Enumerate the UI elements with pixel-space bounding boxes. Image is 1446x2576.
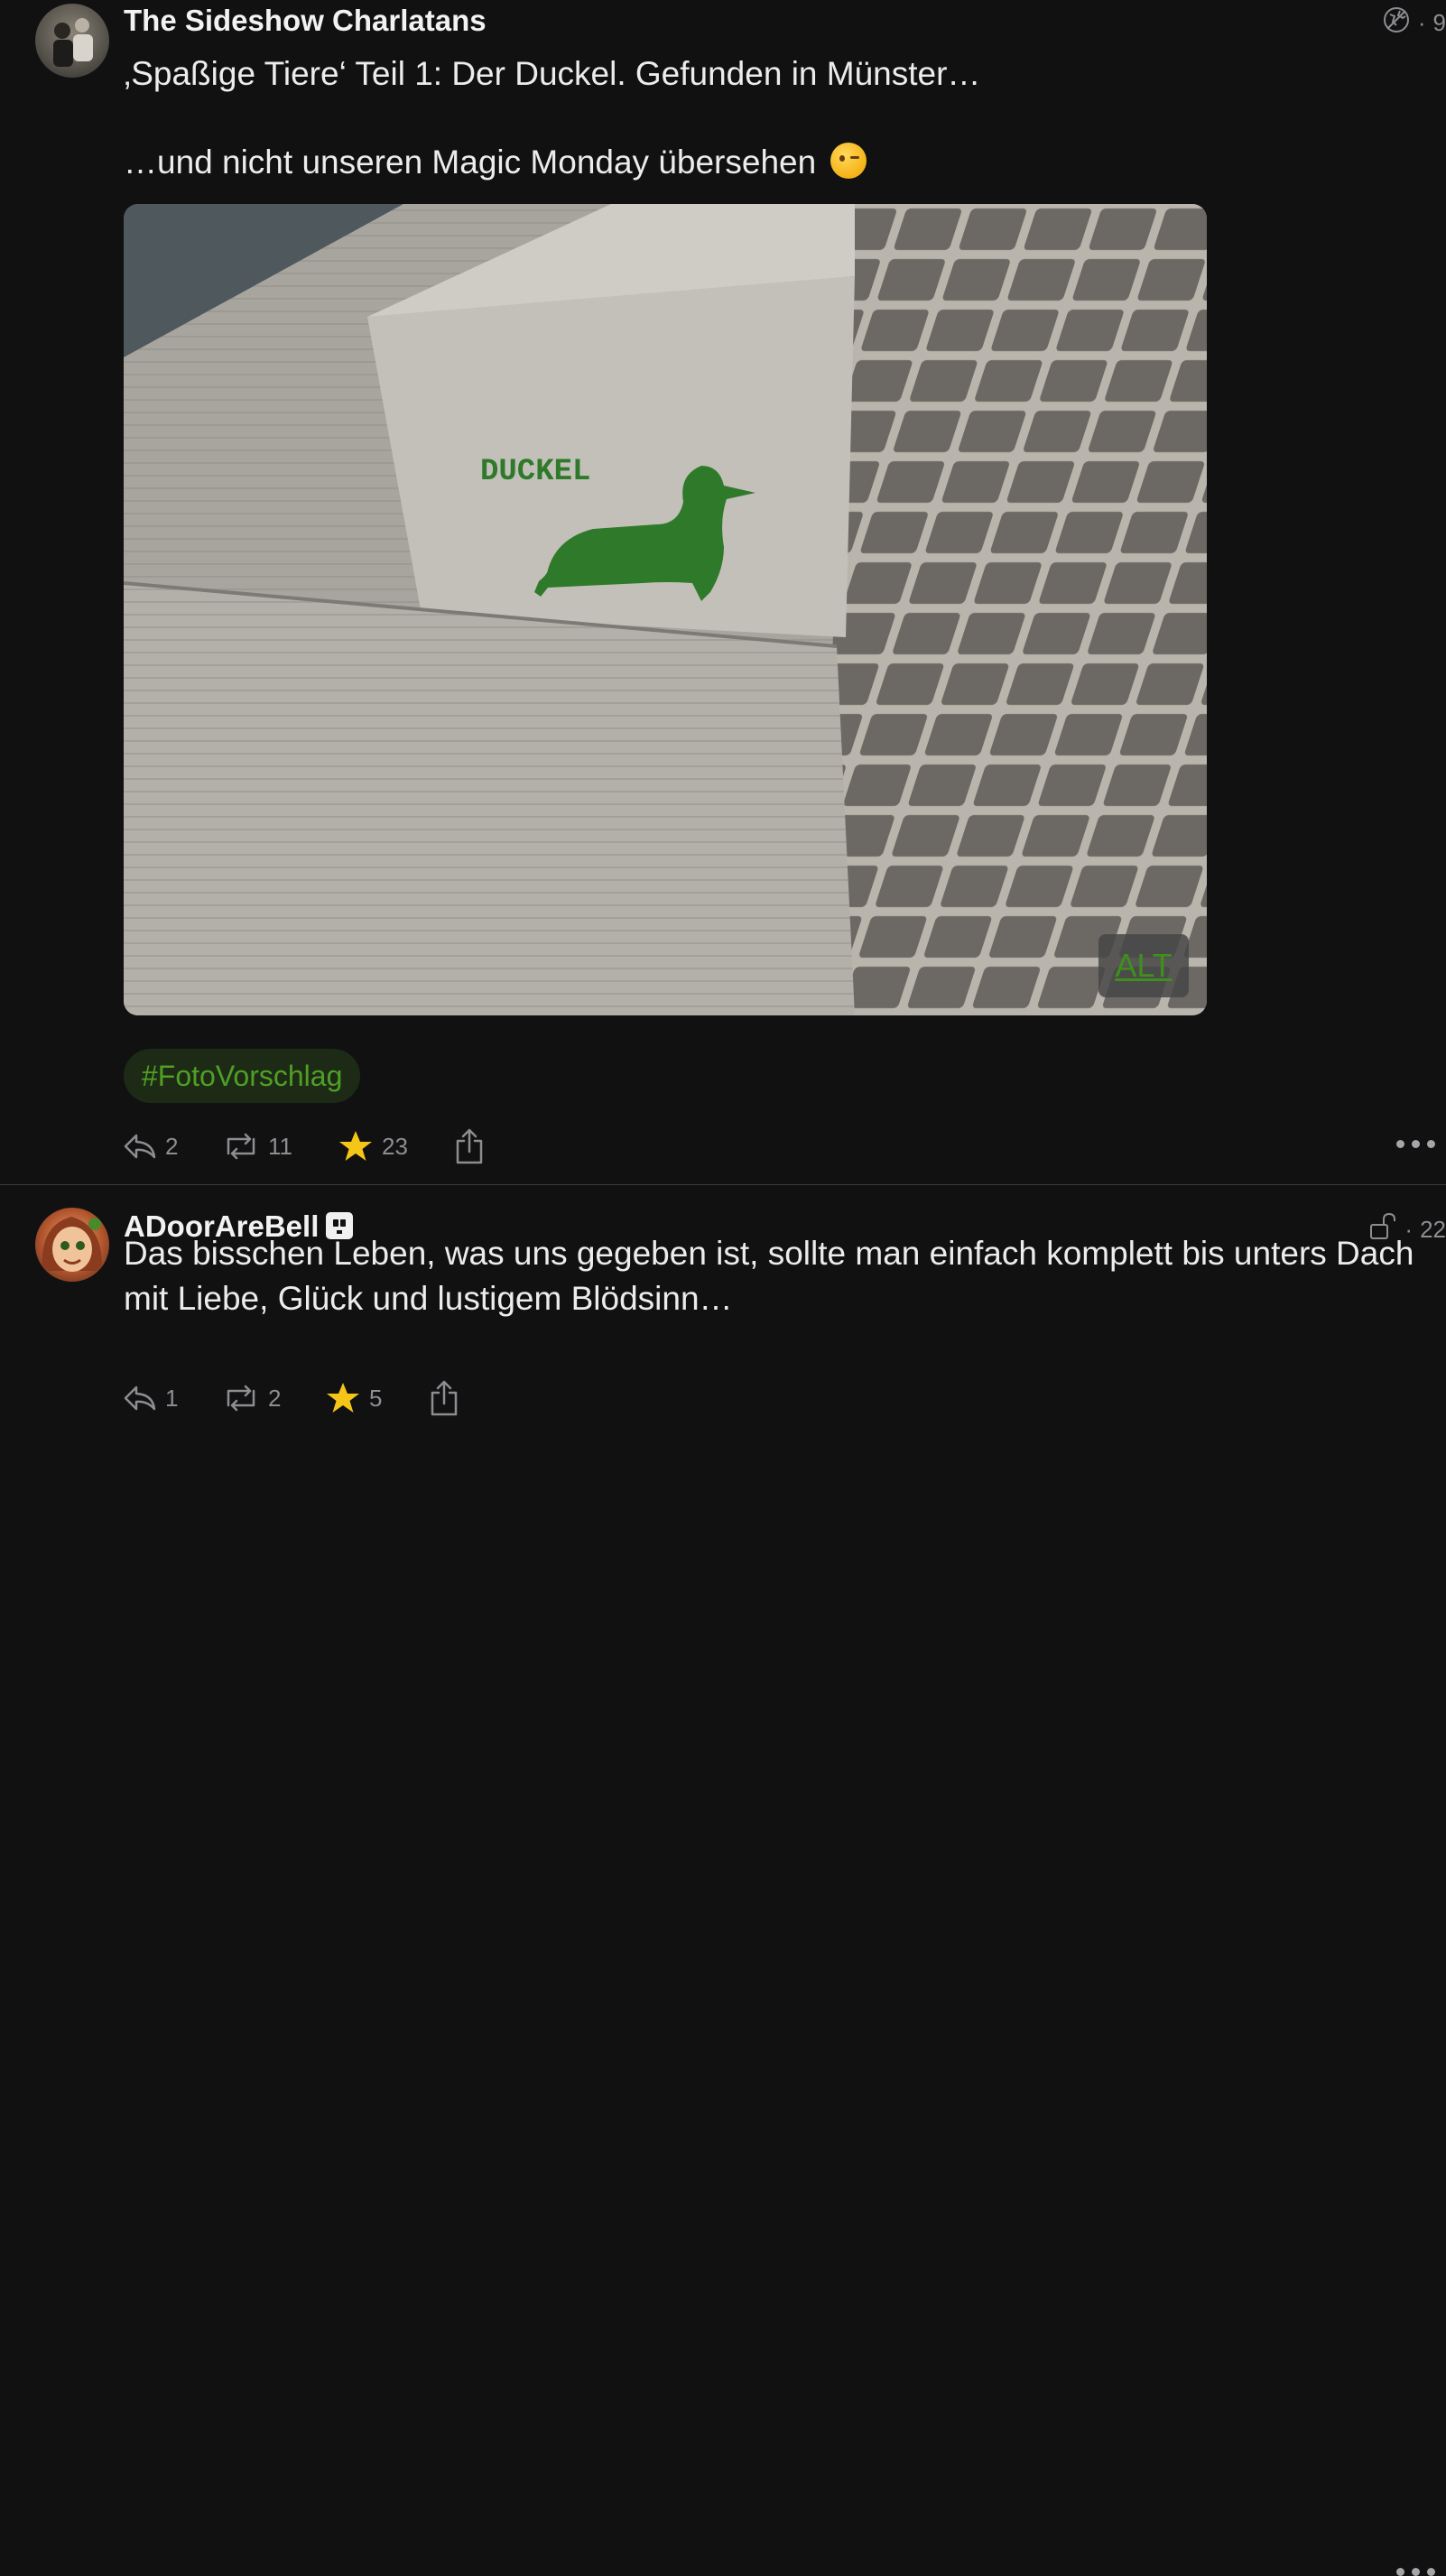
post-text-line2-content: …und nicht unseren Magic Monday übersehe… [124,144,817,181]
share-button[interactable] [454,1128,485,1164]
post-text-line2: …und nicht unseren Magic Monday übersehe… [124,140,1423,185]
globe-icon [1382,5,1411,41]
post-text: Das bisschen Leben, was uns gegeben ist,… [124,1235,1414,1317]
favourite-count: 5 [369,1384,383,1412]
share-button[interactable] [429,1380,459,1416]
avatar[interactable] [35,1208,109,1282]
action-bar: 1 2 5 [124,1380,459,1416]
post-text-line1: ‚Spaßige Tiere‘ Teil 1: Der Duckel. Gefu… [124,55,981,92]
author-name[interactable]: The Sideshow Charlatans [124,4,487,38]
reply-icon [124,1384,156,1413]
boost-icon [223,1384,259,1413]
stencil-text: DUCKEL [480,455,590,489]
reply-icon [124,1132,156,1161]
boost-button[interactable]: 2 [223,1384,326,1413]
post-timestamp[interactable]: 22 [1420,1216,1446,1244]
favourite-button[interactable]: 23 [338,1130,454,1163]
status-post[interactable]: ADoorAreBell · 22 Das bisschen Leben, wa… [0,1185,1446,2576]
media-attachment[interactable]: DUCKEL ALT [124,204,1207,1015]
reply-count: 2 [165,1132,179,1160]
more-options-button[interactable] [1396,1140,1435,1148]
reply-button[interactable]: 2 [124,1132,223,1161]
boost-count: 11 [268,1132,292,1160]
status-post[interactable]: The Sideshow Charlatans · 9 ‚Spaßige Tie… [0,0,1446,1185]
star-icon [326,1382,360,1414]
wink-emoji [830,143,867,179]
favourite-button[interactable]: 5 [326,1382,429,1414]
share-icon [454,1128,485,1164]
boost-count: 2 [268,1384,282,1412]
share-icon [429,1380,459,1416]
star-icon [338,1130,373,1163]
post-meta: · 9 [1382,5,1446,41]
avatar[interactable] [35,4,109,78]
boost-button[interactable]: 11 [223,1132,338,1161]
alt-text-button[interactable]: ALT [1098,934,1189,997]
post-timestamp[interactable]: 9 [1433,9,1446,37]
action-bar: 2 11 23 [124,1128,485,1164]
meta-separator: · [1417,9,1426,36]
favourite-count: 23 [382,1132,408,1160]
more-options-button[interactable] [1396,2568,1435,2576]
reply-count: 1 [165,1384,179,1412]
reply-button[interactable]: 1 [124,1384,223,1413]
boost-icon [223,1132,259,1161]
hashtag-link[interactable]: #FotoVorschlag [124,1049,361,1103]
